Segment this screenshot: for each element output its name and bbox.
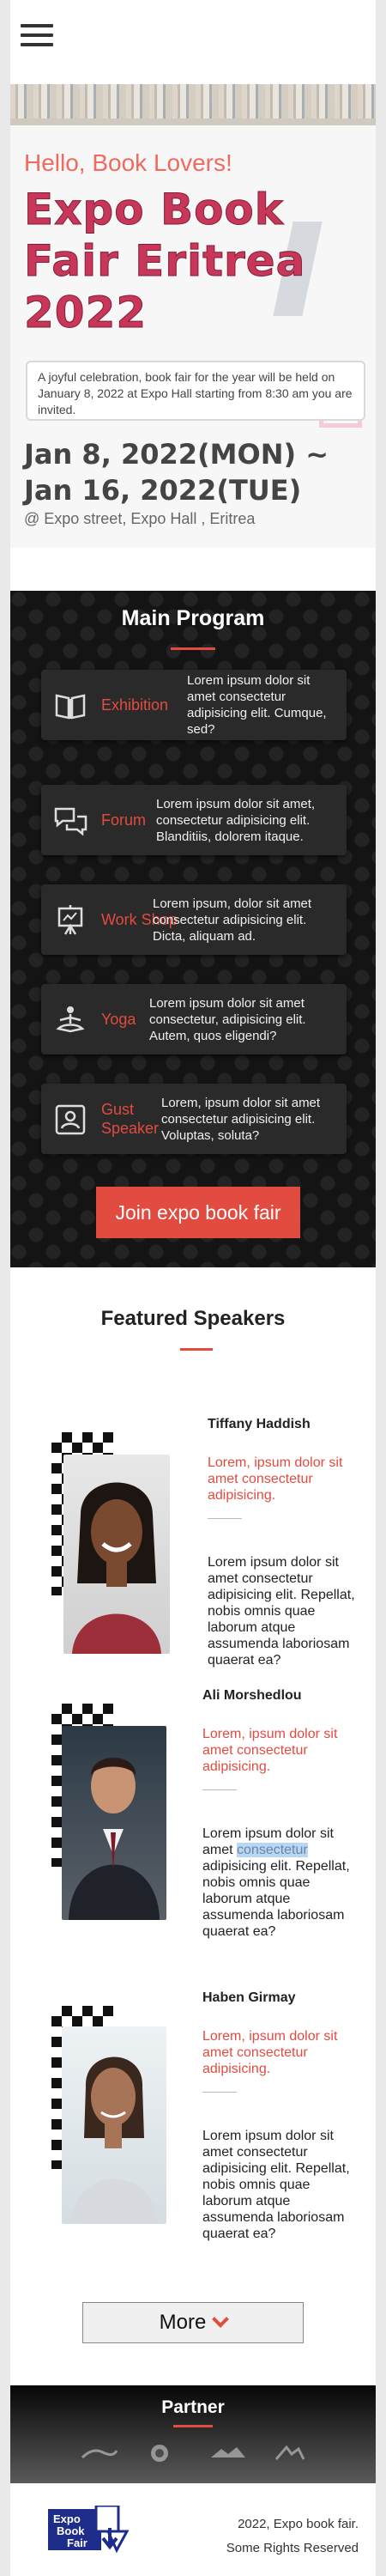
divider: [202, 1789, 237, 1790]
program-card-workshop[interactable]: Work Shop Lorem ipsum, dolor sit amet co…: [41, 884, 347, 955]
hero-title: Expo Book Fair Eritrea 2022: [24, 185, 306, 338]
speaker-photo: [63, 1455, 170, 1654]
speaker-bio: Lorem ipsum dolor sit amet consectetur a…: [208, 1555, 355, 1668]
speaker-role: Lorem, ipsum dolor sit amet consectetur …: [202, 2029, 338, 2076]
speaker-bio: Lorem ipsum dolor sit amet consectetur a…: [202, 2129, 350, 2241]
partner-logo-4[interactable]: [273, 2444, 307, 2463]
speaker-name: Haben Girmay: [202, 1990, 296, 2005]
speaker-photo: [62, 2026, 166, 2224]
easel-board-icon: [57, 905, 83, 935]
partner-title: Partner: [161, 2397, 225, 2417]
divider: [202, 2092, 237, 2093]
partner-logo-2[interactable]: [149, 2444, 170, 2463]
logo-text: Fair: [67, 2537, 87, 2549]
program-title: Main Program: [121, 606, 265, 630]
logo-text: Expo: [53, 2512, 81, 2525]
footer-copyright: 2022, Expo book fair. Some Rights Reserv…: [226, 2517, 359, 2555]
more-label: More: [159, 2311, 207, 2334]
speakers-title: Featured Speakers: [100, 1307, 286, 1330]
speaker-role: Lorem, ipsum dolor sit amet consectetur …: [208, 1455, 343, 1503]
speaker-name: Tiffany Haddish: [208, 1417, 311, 1431]
program-text: Lorem ipsum dolor sit amet, consectetur …: [156, 796, 316, 844]
title-underline: [171, 647, 215, 650]
meditation-icon: [56, 1006, 85, 1033]
program-text: Lorem, ipsum dolor sit amet consectetur …: [161, 1095, 321, 1143]
partner-section: Partner: [10, 2385, 376, 2483]
logo-text: Book: [57, 2524, 85, 2537]
partner-logo-3[interactable]: [209, 2444, 247, 2463]
title-underline: [173, 2425, 213, 2427]
event-dates: Jan 8, 2022(MON) ~ Jan 16, 2022(TUE): [24, 438, 329, 507]
speaker-name: Ali Morshedlou: [202, 1688, 302, 1703]
divider: [208, 1518, 242, 1519]
open-book-icon: [55, 694, 86, 720]
main-program-section: Main Program Exhibition Lorem ipsum dolo…: [10, 591, 376, 1267]
hero-section: Hello, Book Lovers! Expo Book Fair Eritr…: [10, 84, 376, 548]
program-card-exhibition[interactable]: Exhibition Lorem ipsum dolor sit amet co…: [41, 670, 347, 740]
title-underline: [180, 1348, 213, 1351]
program-card-guest-speaker[interactable]: Gust Speaker Lorem, ipsum dolor sit amet…: [41, 1084, 347, 1154]
partner-logo-1[interactable]: [79, 2444, 118, 2463]
speaker-role: Lorem, ipsum dolor sit amet consectetur …: [202, 1727, 338, 1774]
bookshelf-image: [10, 84, 376, 125]
expo-book-fair-logo[interactable]: Expo Book Fair: [48, 2504, 134, 2554]
program-text: Lorem ipsum, dolor sit amet consectetur …: [153, 896, 312, 944]
join-expo-button[interactable]: Join expo book fair: [96, 1187, 300, 1238]
program-text: Lorem ipsum dolor sit amet consectetur, …: [149, 995, 306, 1043]
speaker-bio: Lorem ipsum dolor sit amet consectetur a…: [202, 1826, 350, 1939]
speaker-photo: [62, 1726, 166, 1920]
id-card-icon: [55, 1104, 86, 1135]
more-button[interactable]: More: [82, 2302, 304, 2343]
hamburger-menu-icon[interactable]: [21, 24, 53, 50]
hero-greeting: Hello, Book Lovers!: [24, 149, 232, 176]
selected-text: consectetur: [237, 1843, 308, 1857]
program-card-forum[interactable]: Forum Lorem ipsum dolor sit amet, consec…: [41, 785, 347, 855]
hero-description: A joyful celebration, book fair for the …: [26, 361, 365, 421]
program-card-yoga[interactable]: Yoga Lorem ipsum dolor sit amet consecte…: [41, 984, 347, 1054]
event-address: @ Expo street, Expo Hall , Eritrea: [24, 510, 256, 527]
chat-bubbles-icon: [54, 807, 87, 836]
chevron-down-icon: [212, 2311, 230, 2328]
program-text: Lorem ipsum dolor sit amet consectetur a…: [187, 673, 327, 737]
program-name: Exhibition: [101, 696, 169, 714]
